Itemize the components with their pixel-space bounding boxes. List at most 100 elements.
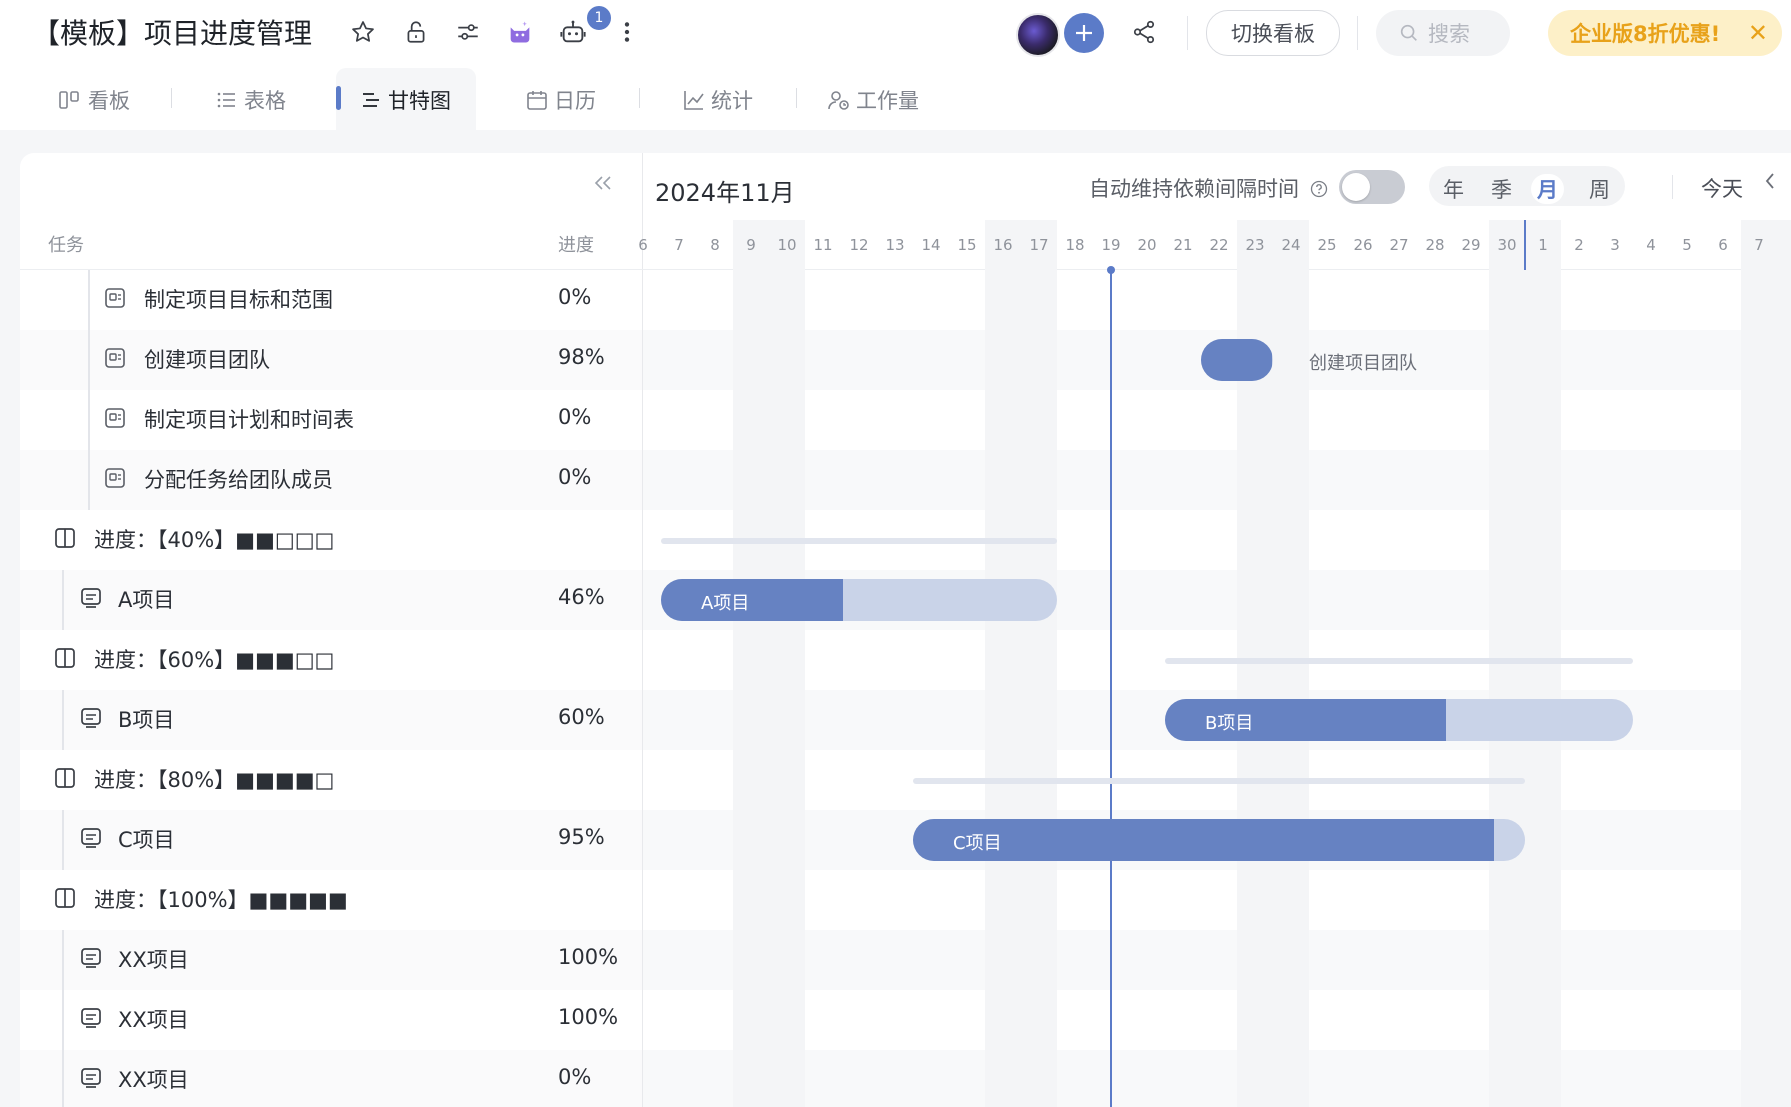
user-avatar[interactable] [1016,13,1060,57]
group-icon[interactable] [54,887,76,909]
task-row[interactable]: 制定项目目标和范围 0% [20,270,642,330]
calendar-icon [527,91,547,110]
day-label: 10 [777,236,797,254]
gantt-bar[interactable] [1201,339,1273,381]
gantt-row [643,930,1791,990]
row-name: 进度：【80%】■■■■□ [94,768,335,792]
tab-table[interactable]: 表格 [216,82,286,118]
tab-kanban[interactable]: 看板 [58,82,130,118]
project-icon [80,1007,102,1029]
plus-icon [1076,25,1092,41]
group-icon[interactable] [54,647,76,669]
task-row[interactable]: C项目 95% [20,810,642,870]
help-icon[interactable] [1310,180,1328,198]
scale-quarter[interactable]: 季 [1491,174,1512,204]
project-icon [80,947,102,969]
search-input[interactable]: 搜索 [1376,10,1510,56]
row-name: 制定项目计划和时间表 [144,408,354,432]
settings-sliders-icon[interactable] [450,14,486,50]
tree-indent-line [62,810,64,870]
scale-week[interactable]: 周 [1589,174,1610,204]
row-name: 进度：【40%】■■□□□ [94,528,335,552]
gantt-panel: 任务 进度 制定项目目标和范围 0% 创建项目团队 98% 制定项目计划和时间表 0% 分配… [20,153,1791,1107]
bar-progress-fill [661,579,844,621]
task-row[interactable]: 制定项目计划和时间表 0% [20,390,642,450]
active-tab-marker [336,86,341,110]
day-label: 29 [1461,236,1481,254]
tab-divider [639,88,640,108]
auto-dependency-text: 自动维持依赖间隔时间 [1089,177,1299,201]
header-divider [1357,16,1358,50]
task-row[interactable]: 分配任务给团队成员 0% [20,450,642,510]
day-label: 24 [1281,236,1301,254]
row-name: 制定项目目标和范围 [144,288,333,312]
tab-workload[interactable]: 工作量 [828,82,919,118]
tree-indent-line [62,990,64,1050]
group-row[interactable]: 进度：【80%】■■■■□ [20,750,642,810]
project-icon [80,587,102,609]
promo-banner[interactable]: 企业版8折优惠! ✕ [1548,10,1782,56]
view-tabs: 看板 表格 甘特图 日历 统计 工作量 [0,68,1791,130]
tree-indent-line [88,270,90,330]
subtask-icon [104,287,126,309]
day-label: 18 [1065,236,1085,254]
close-icon[interactable]: ✕ [1748,19,1768,47]
row-name: 进度：【100%】■■■■■ [94,888,348,912]
group-row[interactable]: 进度：【60%】■■■□□ [20,630,642,690]
tab-statistics[interactable]: 统计 [683,82,753,118]
magic-cat-icon[interactable] [502,14,538,50]
tab-calendar[interactable]: 日历 [526,82,596,118]
weekend-column [985,220,1057,1107]
star-icon[interactable] [345,14,381,50]
month-label: 2024年11月 [655,179,795,207]
day-label: 15 [957,236,977,254]
scale-month[interactable]: 月 [1531,174,1564,204]
gantt-bar[interactable]: B项目 [1165,699,1633,741]
task-row[interactable]: XX项目 100% [20,990,642,1050]
group-icon[interactable] [54,527,76,549]
task-row[interactable]: B项目 60% [20,690,642,750]
page-title: 【模板】项目进度管理 [32,17,313,50]
task-row[interactable]: A项目 46% [20,570,642,630]
group-row[interactable]: 进度：【100%】■■■■■ [20,870,642,930]
collapse-panel-icon[interactable] [592,173,614,198]
row-progress: 0% [558,465,592,489]
group-row[interactable]: 进度：【40%】■■□□□ [20,510,642,570]
tree-indent-line [88,390,90,450]
auto-dependency-toggle[interactable] [1339,170,1405,204]
day-label: 9 [746,236,756,254]
task-row[interactable]: XX项目 100% [20,930,642,990]
tab-gantt[interactable]: 甘特图 [360,82,451,118]
add-member-button[interactable] [1064,13,1104,53]
tab-label: 日历 [554,89,596,113]
toggle-knob [1342,173,1370,201]
day-header: 6 7 8 9 10 11 12 13 14 15 16 17 18 19 20 21 22 23 24 25 26 27… [638,220,1791,270]
month-separator [1524,220,1526,270]
row-name: XX项目 [118,948,189,972]
task-row[interactable]: XX项目 0% [20,1050,642,1107]
weekend-column [1741,220,1791,1107]
today-button[interactable]: 今天 [1701,173,1743,203]
day-label: 6 [1718,236,1728,254]
promo-text: 企业版8折优惠! [1570,22,1721,46]
day-label: 20 [1137,236,1157,254]
switch-board-button[interactable]: 切换看板 [1206,10,1340,56]
day-label: 4 [1646,236,1656,254]
scale-year[interactable]: 年 [1443,174,1464,204]
gantt-bar[interactable]: A项目 [661,579,1057,621]
task-row[interactable]: 创建项目团队 98% [20,330,642,390]
tab-label: 表格 [244,89,286,113]
project-icon [80,707,102,729]
row-name: C项目 [118,828,175,852]
share-icon[interactable] [1126,14,1162,50]
chevron-left-icon[interactable] [1763,171,1777,197]
row-progress: 60% [558,705,605,729]
tree-indent-line [62,1050,64,1107]
gantt-bar[interactable]: C项目 [913,819,1525,861]
group-icon[interactable] [54,767,76,789]
column-header-task: 任务 [48,235,84,256]
unlock-icon[interactable] [398,14,434,50]
day-label: 25 [1317,236,1337,254]
more-vertical-icon[interactable] [609,14,645,50]
tab-divider [796,88,797,108]
